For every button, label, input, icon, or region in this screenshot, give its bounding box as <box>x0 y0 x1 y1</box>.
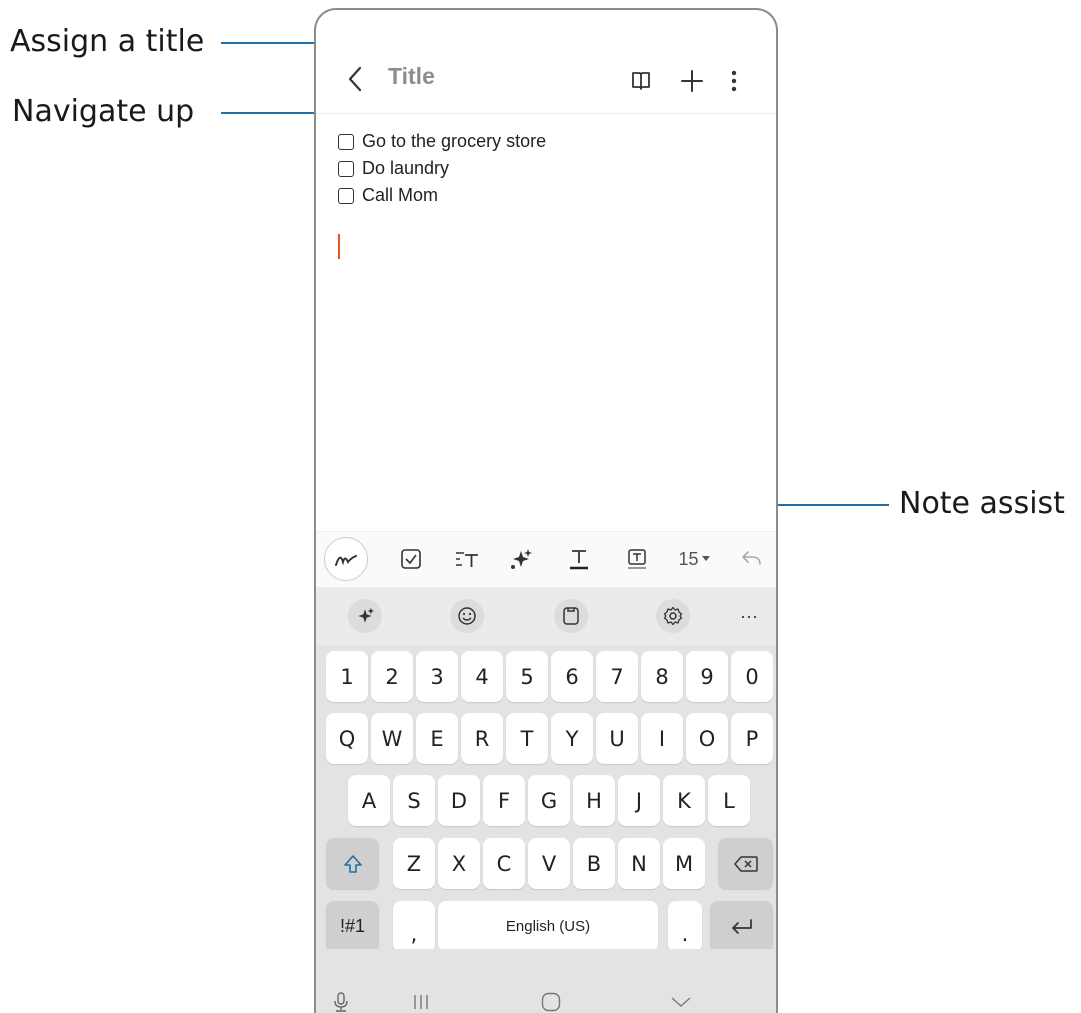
emoji-icon[interactable] <box>450 599 484 633</box>
enter-icon <box>731 918 752 934</box>
key[interactable]: C <box>483 838 525 889</box>
key[interactable]: 3 <box>416 651 458 702</box>
key[interactable]: I <box>641 713 683 764</box>
key[interactable]: Q <box>326 713 368 764</box>
recent-apps-icon[interactable] <box>406 989 436 1013</box>
enter-key[interactable] <box>710 901 773 952</box>
callout-note-assist: Note assist <box>899 486 1065 521</box>
font-size-value: 15 <box>678 548 699 569</box>
key[interactable]: F <box>483 775 525 826</box>
font-size-dropdown[interactable]: 15 <box>672 544 716 574</box>
microphone-icon[interactable] <box>326 987 356 1013</box>
clipboard-icon[interactable] <box>554 599 588 633</box>
period-key[interactable]: . <box>668 901 702 952</box>
list-item[interactable]: Do laundry <box>338 155 546 182</box>
callout-navigate-up: Navigate up <box>12 94 195 129</box>
key[interactable]: O <box>686 713 728 764</box>
checklist-item-label: Do laundry <box>362 158 450 178</box>
undo-icon[interactable] <box>736 544 766 574</box>
key[interactable]: X <box>438 838 480 889</box>
note-assist-icon[interactable] <box>506 544 536 574</box>
list-item[interactable]: Go to the grocery store <box>338 128 546 155</box>
home-icon[interactable] <box>536 987 566 1013</box>
key[interactable]: H <box>573 775 615 826</box>
key[interactable]: W <box>371 713 413 764</box>
keyboard-suggestion-bar: ··· <box>316 587 776 645</box>
symbols-key[interactable]: !#1 <box>326 901 379 952</box>
keyboard: 1 2 3 4 5 6 7 8 9 0 Q W E R T Y U I O P … <box>316 645 776 952</box>
comma-key[interactable]: , <box>393 901 435 952</box>
backspace-icon <box>733 855 758 872</box>
list-item[interactable]: Call Mom <box>338 182 546 209</box>
key[interactable]: J <box>618 775 660 826</box>
text-cursor <box>338 234 340 259</box>
key[interactable]: V <box>528 838 570 889</box>
checkbox-icon[interactable] <box>396 544 426 574</box>
key[interactable]: E <box>416 713 458 764</box>
key[interactable]: P <box>731 713 773 764</box>
shift-icon <box>343 854 362 873</box>
key[interactable]: 5 <box>506 651 548 702</box>
add-icon[interactable] <box>677 66 707 96</box>
key[interactable]: 7 <box>596 651 638 702</box>
app-bar: Title <box>316 10 776 114</box>
key[interactable]: 1 <box>326 651 368 702</box>
key[interactable]: K <box>663 775 705 826</box>
more-icon[interactable]: ··· <box>732 599 766 633</box>
settings-icon[interactable] <box>656 599 690 633</box>
checkbox[interactable] <box>338 160 354 177</box>
more-options-icon[interactable] <box>724 66 744 96</box>
space-key[interactable]: English (US) <box>438 901 658 952</box>
checklist: Go to the grocery store Do laundry Call … <box>338 128 546 209</box>
key[interactable]: U <box>596 713 638 764</box>
handwriting-icon[interactable] <box>324 537 368 581</box>
hide-keyboard-icon[interactable] <box>666 989 696 1013</box>
key[interactable]: 4 <box>461 651 503 702</box>
key[interactable]: Z <box>393 838 435 889</box>
back-icon[interactable] <box>340 62 370 96</box>
galaxy-ai-icon[interactable] <box>348 599 382 633</box>
checkbox[interactable] <box>338 133 354 150</box>
key[interactable]: 2 <box>371 651 413 702</box>
reading-mode-icon[interactable] <box>626 66 656 96</box>
callout-assign-title: Assign a title <box>10 24 205 59</box>
checkbox[interactable] <box>338 187 354 204</box>
key[interactable]: S <box>393 775 435 826</box>
key[interactable]: 8 <box>641 651 683 702</box>
key[interactable]: G <box>528 775 570 826</box>
shift-key[interactable] <box>326 838 379 889</box>
note-toolbar: 15 <box>316 531 776 588</box>
key[interactable]: Y <box>551 713 593 764</box>
phone-frame: Title Go to the grocery store Do laundry… <box>314 8 778 1013</box>
system-navigation-bar <box>316 949 776 1013</box>
key[interactable]: D <box>438 775 480 826</box>
key[interactable]: 0 <box>731 651 773 702</box>
checklist-item-label: Call Mom <box>362 185 439 205</box>
note-title-input[interactable]: Title <box>388 63 435 90</box>
key[interactable]: 6 <box>551 651 593 702</box>
highlight-icon[interactable] <box>622 544 652 574</box>
key[interactable]: B <box>573 838 615 889</box>
key[interactable]: L <box>708 775 750 826</box>
key[interactable]: 9 <box>686 651 728 702</box>
key[interactable]: A <box>348 775 390 826</box>
text-color-icon[interactable] <box>564 544 594 574</box>
backspace-key[interactable] <box>718 838 773 889</box>
key[interactable]: R <box>461 713 503 764</box>
checklist-item-label: Go to the grocery store <box>362 131 547 151</box>
key[interactable]: T <box>506 713 548 764</box>
text-style-icon[interactable] <box>450 544 484 574</box>
key[interactable]: N <box>618 838 660 889</box>
key[interactable]: M <box>663 838 705 889</box>
